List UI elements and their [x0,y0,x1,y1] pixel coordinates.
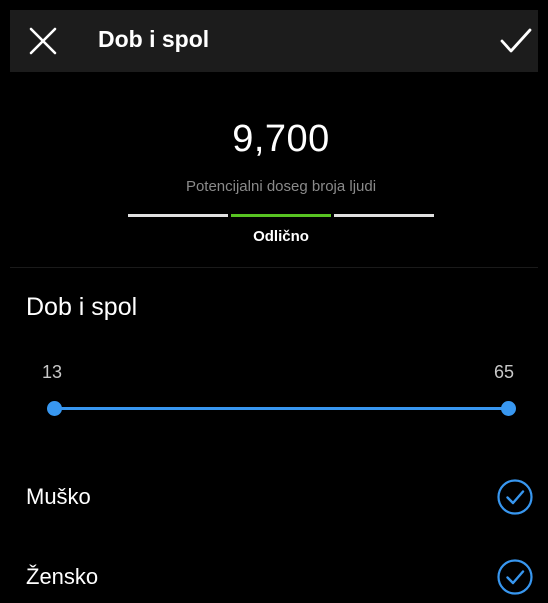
top-bar: Dob i spol [10,10,538,72]
reach-value: 9,700 [232,118,330,160]
quality-segment-poor [128,214,228,217]
check-circle-icon[interactable] [497,559,533,595]
age-min-value: 13 [42,362,63,382]
section-divider [10,267,538,268]
check-circle-icon[interactable] [497,479,533,515]
slider-thumb-max[interactable] [501,401,516,416]
reach-summary: 9,700 Potencijalni doseg broja ljudi Odl… [10,72,538,268]
option-label: Muško [26,484,91,509]
age-range-slider[interactable] [46,398,516,420]
quality-segment-broad [334,214,434,217]
option-label: Žensko [26,564,99,589]
quality-segment-good [231,214,331,217]
section-title: Dob i spol [26,293,138,321]
close-button[interactable] [26,24,60,58]
option-female[interactable]: Žensko [10,547,538,603]
reach-caption: Potencijalni doseg broja ljudi [185,178,377,195]
page-title: Dob i spol [98,26,210,52]
close-icon [29,27,57,55]
age-max-value: 65 [494,362,515,382]
slider-thumb-min[interactable] [47,401,62,416]
option-male[interactable]: Muško [10,467,538,527]
confirm-button[interactable] [498,24,534,58]
screen: Dob i spol 9,700 Potencijalni doseg broj… [10,10,538,603]
checkmark-icon [500,28,532,53]
quality-label: Odlično [253,228,309,245]
slider-track[interactable] [54,407,508,410]
